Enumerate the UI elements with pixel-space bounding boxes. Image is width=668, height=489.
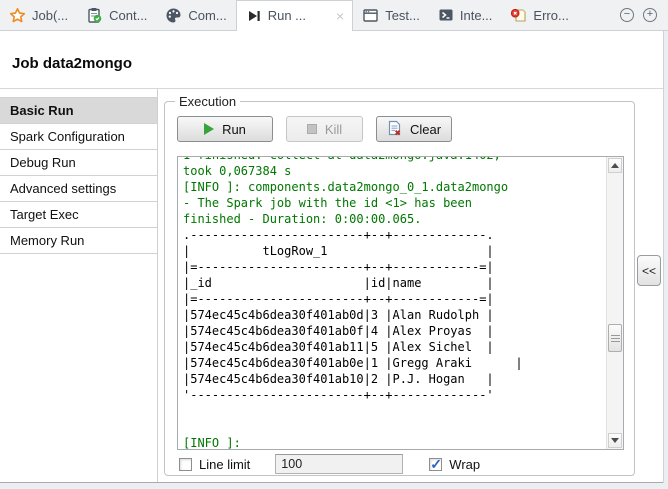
console-line: |_id |id|name | [183, 275, 603, 291]
check-icon: ✓ [430, 456, 442, 473]
tab-label: Com... [188, 8, 226, 23]
run-view-icon [246, 8, 262, 24]
line-limit-input[interactable] [275, 454, 403, 474]
console-line: 1 finished: collect at data2mongo.java:1… [183, 156, 603, 163]
console-line: |=-----------------------+--+-----------… [183, 291, 603, 307]
palette-icon [165, 7, 182, 24]
tab-job[interactable]: Job(... [0, 0, 77, 30]
console-controls: ✓ Line limit ✓ Wrap [179, 454, 624, 474]
checkbox-icon: ✓ [179, 458, 192, 471]
tab-label: Cont... [109, 8, 147, 23]
tab-label: Test... [385, 8, 420, 23]
console-line: |574ec45c4b6dea30f401ab0f|4 |Alex Proyas… [183, 323, 603, 339]
page-title: Job data2mongo [12, 55, 132, 72]
clear-document-icon [387, 120, 402, 139]
scroll-down-button[interactable] [608, 433, 622, 448]
minimize-view-button[interactable]: − [620, 8, 634, 22]
tab-contexts[interactable]: Cont... [77, 0, 156, 30]
console-scrollbar[interactable] [606, 157, 623, 449]
console-line [183, 419, 603, 435]
execution-group: Execution Run Kill Clear [164, 101, 635, 476]
arrow-up-icon [611, 163, 619, 168]
star-icon [9, 7, 26, 24]
sidebar-item-target-exec[interactable]: Target Exec [0, 202, 157, 228]
sidebar-item-advanced-settings[interactable]: Advanced settings [0, 176, 157, 202]
console-line: took 0,067384 s [183, 163, 603, 179]
run-sidebar: Basic Run Spark Configuration Debug Run … [0, 89, 158, 482]
run-button[interactable]: Run [177, 116, 273, 142]
line-limit-checkbox[interactable]: ✓ Line limit [179, 457, 250, 472]
console-line: finished - Duration: 0:00:00.065. [183, 211, 603, 227]
tab-component[interactable]: Com... [156, 0, 235, 30]
grip-icon [611, 335, 620, 342]
error-log-icon [510, 7, 527, 24]
sidebar-item-debug-run[interactable]: Debug Run [0, 150, 157, 176]
clipboard-check-icon [86, 7, 103, 24]
tab-label: Job(... [32, 8, 68, 23]
execution-group-legend: Execution [175, 94, 240, 109]
execution-console[interactable]: 1 finished: collect at data2mongo.java:1… [177, 156, 624, 450]
stop-icon [307, 124, 317, 134]
console-line: |574ec45c4b6dea30f401ab11|5 |Alex Sichel… [183, 339, 603, 355]
console-output: 1 finished: collect at data2mongo.java:1… [183, 156, 603, 450]
run-sidebar-list: Basic Run Spark Configuration Debug Run … [0, 97, 157, 254]
run-button-label: Run [222, 122, 246, 137]
tab-integration[interactable]: Inte... [429, 0, 502, 30]
run-view-content: Basic Run Spark Configuration Debug Run … [0, 89, 663, 483]
kill-button[interactable]: Kill [286, 116, 363, 142]
console-line: - The Spark job with the id <1> has been [183, 195, 603, 211]
console-line: |574ec45c4b6dea30f401ab0e|1 |Gregg Araki… [183, 355, 603, 371]
arrow-down-icon [611, 438, 619, 443]
console-line: '------------------------+--+-----------… [183, 387, 603, 403]
console-line: .------------------------+--+-----------… [183, 227, 603, 243]
tab-error-log[interactable]: Erro... [501, 0, 577, 30]
window-icon [362, 7, 379, 24]
tab-test-cases[interactable]: Test... [353, 0, 429, 30]
sidebar-item-memory-run[interactable]: Memory Run [0, 228, 157, 254]
execution-button-row: Run Kill Clear [177, 116, 452, 142]
console-line: |574ec45c4b6dea30f401ab10|2 |P.J. Hogan … [183, 371, 603, 387]
close-icon[interactable]: × [336, 9, 344, 23]
scroll-up-button[interactable] [608, 158, 622, 173]
execution-panel: Execution Run Kill Clear [159, 89, 663, 482]
terminal-icon [438, 7, 454, 23]
kill-button-label: Kill [325, 122, 342, 137]
console-line: |=-----------------------+--+-----------… [183, 259, 603, 275]
tab-label: Inte... [460, 8, 493, 23]
sidebar-item-basic-run[interactable]: Basic Run [0, 98, 157, 124]
view-tab-bar: Job(... Cont... Com... Run ... × Test...… [0, 0, 668, 31]
console-line: | tLogRow_1 | [183, 243, 603, 259]
clear-button-label: Clear [410, 122, 441, 137]
collapse-panel-button[interactable]: << [637, 255, 661, 286]
right-sash-divider [663, 31, 664, 483]
scrollbar-thumb[interactable] [608, 324, 622, 352]
line-limit-label: Line limit [199, 457, 250, 472]
wrap-label: Wrap [449, 457, 480, 472]
tab-label: Run ... [268, 8, 306, 23]
clear-button[interactable]: Clear [376, 116, 452, 142]
wrap-checkbox[interactable]: ✓ Wrap [429, 457, 480, 472]
console-line: |574ec45c4b6dea30f401ab0d|3 |Alan Rudolp… [183, 307, 603, 323]
job-title-bar: Job data2mongo [0, 31, 663, 89]
maximize-view-button[interactable]: + [643, 8, 657, 22]
tab-label: Erro... [533, 8, 568, 23]
checkbox-icon: ✓ [429, 458, 442, 471]
console-line: [INFO ]: components.data2mongo_0_1.data2… [183, 179, 603, 195]
console-line: [INFO ]: [183, 435, 603, 450]
tab-run[interactable]: Run ... × [236, 0, 353, 30]
sidebar-item-spark-configuration[interactable]: Spark Configuration [0, 124, 157, 150]
play-icon [204, 123, 214, 135]
console-line [183, 403, 603, 419]
